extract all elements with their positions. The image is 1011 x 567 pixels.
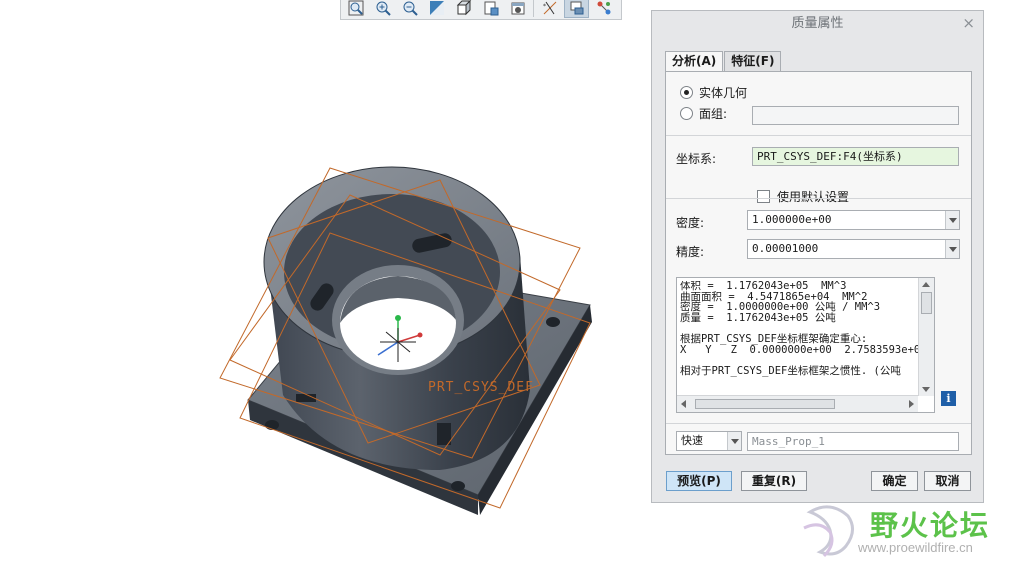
density-select[interactable]: 1.000000e+00 [747, 210, 960, 230]
solid-geometry-option[interactable]: 实体几何 [680, 84, 747, 101]
zoom-out-button[interactable] [397, 0, 422, 18]
csys-field[interactable]: PRT_CSYS_DEF:F4(坐标系) [752, 147, 959, 166]
cube-icon [456, 0, 471, 15]
model-viewport[interactable]: PRT_CSYS_DEF [0, 20, 650, 567]
saved-views-icon [484, 1, 498, 15]
quilt-option[interactable]: 面组: [680, 105, 727, 122]
part-model [219, 166, 592, 515]
view-manager-icon [511, 2, 524, 14]
scroll-up-icon[interactable] [922, 282, 930, 287]
density-value: 1.000000e+00 [752, 213, 832, 226]
cancel-button[interactable]: 取消 [924, 471, 971, 491]
scroll-down-icon[interactable] [922, 387, 930, 392]
repaint-button[interactable] [424, 0, 449, 18]
spin-center-button[interactable] [591, 0, 616, 18]
ok-button[interactable]: 确定 [871, 471, 918, 491]
flame-logo-icon [803, 505, 854, 558]
scroll-thumb[interactable] [695, 399, 835, 409]
quilt-field[interactable] [752, 106, 959, 125]
quilt-radio[interactable] [680, 107, 693, 120]
density-label: 密度: [676, 216, 705, 230]
zoom-out-icon [403, 1, 418, 16]
view-toolbar: * [340, 0, 622, 20]
tab-analysis[interactable]: 分析(A) [665, 51, 724, 72]
zoom-fit-icon [348, 0, 363, 15]
saved-views-button[interactable] [478, 0, 503, 18]
chevron-down-icon[interactable] [945, 240, 959, 258]
accuracy-value: 0.00001000 [752, 242, 819, 255]
divider [666, 135, 971, 136]
repaint-icon [429, 0, 444, 15]
csys-label: PRT_CSYS_DEF [428, 380, 534, 395]
forum-watermark: 野火论坛 www.proewildfire.cn [800, 502, 1011, 564]
zoom-in-button[interactable] [370, 0, 395, 18]
results-horizontal-scrollbar[interactable] [677, 395, 918, 412]
analysis-name-field[interactable]: Mass_Prop_1 [747, 432, 959, 451]
use-default-option[interactable]: 使用默认设置 [757, 188, 849, 205]
info-icon[interactable]: i [941, 391, 956, 406]
quilt-label: 面组: [699, 107, 728, 121]
annotation-icon [570, 1, 583, 14]
repeat-button[interactable]: 重复(R) [741, 471, 807, 491]
chevron-down-icon[interactable] [727, 432, 741, 450]
dialog-tabs: 分析(A) 特征(F) [665, 51, 782, 72]
zoom-in-icon [376, 1, 391, 16]
analysis-panel: 实体几何 面组: 坐标系: PRT_CSYS_DEF:F4(坐标系) 使用默认设… [665, 71, 972, 455]
datum-icon: * [543, 1, 556, 14]
solid-geometry-radio[interactable] [680, 86, 693, 99]
mass-properties-dialog: 质量属性 × 分析(A) 特征(F) 实体几何 面组: 坐标系: PRT_CSY… [651, 10, 984, 503]
results-vertical-scrollbar[interactable] [918, 278, 934, 396]
use-default-label: 使用默认设置 [777, 190, 850, 204]
scroll-left-icon[interactable] [681, 400, 686, 408]
annotation-display-button[interactable] [564, 0, 589, 18]
dialog-title: 质量属性 [791, 16, 844, 31]
display-style-button[interactable] [451, 0, 476, 18]
toolbar-separator [533, 0, 534, 17]
svg-text:*: * [543, 3, 546, 10]
csys-field-label: 坐标系: [676, 152, 717, 166]
solid-geometry-label: 实体几何 [699, 86, 748, 100]
accuracy-label: 精度: [676, 245, 705, 259]
scroll-right-icon[interactable] [909, 400, 914, 408]
scroll-thumb[interactable] [921, 292, 932, 314]
results-text: 体积 = 1.1762043e+05 MM^3 曲面面积 = 4.5471865… [680, 281, 918, 377]
zoom-fit-button[interactable] [343, 0, 368, 18]
results-area[interactable]: 体积 = 1.1762043e+05 MM^3 曲面面积 = 4.5471865… [676, 277, 935, 413]
datum-display-button[interactable]: * [537, 0, 562, 18]
spin-center-icon [597, 1, 610, 14]
accuracy-select[interactable]: 0.00001000 [747, 239, 960, 259]
preview-button[interactable]: 预览(P) [666, 471, 732, 491]
close-icon[interactable]: × [962, 14, 975, 32]
mode-select[interactable]: 快速 [676, 431, 742, 451]
watermark-url: www.proewildfire.cn [858, 540, 973, 555]
chevron-down-icon[interactable] [945, 211, 959, 229]
divider [666, 198, 971, 199]
use-default-checkbox[interactable] [757, 190, 770, 203]
view-manager-button[interactable] [505, 0, 530, 18]
tab-features[interactable]: 特征(F) [724, 51, 782, 71]
mode-value: 快速 [681, 434, 703, 447]
watermark-title: 野火论坛 [870, 509, 991, 542]
divider [666, 423, 971, 424]
